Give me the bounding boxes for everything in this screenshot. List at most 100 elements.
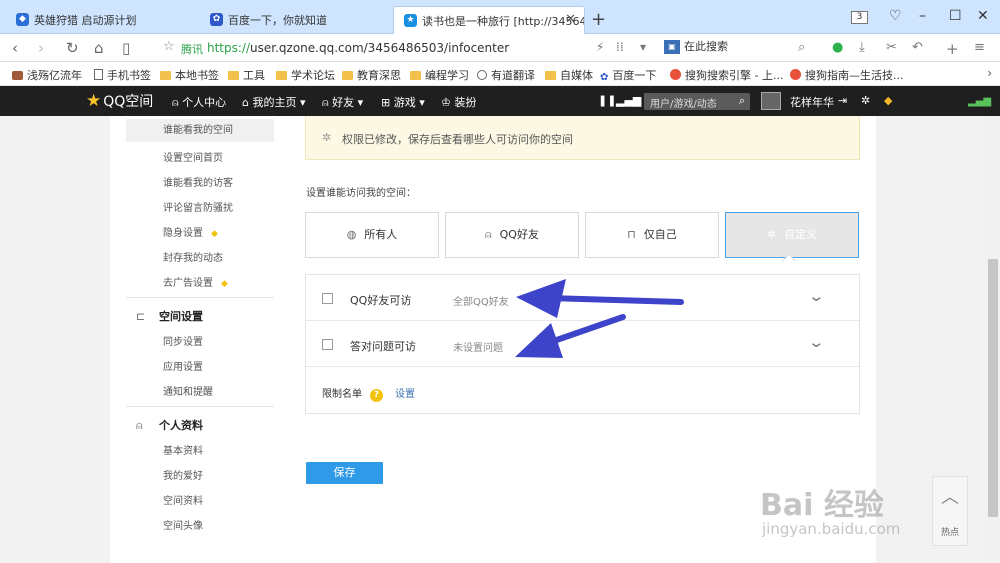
bookmark-item[interactable]: 学术论坛 [276, 67, 335, 83]
search-input[interactable]: ▣ 在此搜索 [664, 38, 814, 58]
nav-decorate[interactable]: ♔ 装扮 [441, 94, 476, 110]
limit-set-link[interactable]: 设置 [395, 389, 415, 400]
qzone-search-input[interactable]: 用户/游戏/动态 ⌕ [644, 93, 750, 110]
url-input[interactable]: ☆ 腾讯 https://user.qzone.qq.com/345648650… [155, 37, 645, 59]
answer-question-checkbox[interactable] [322, 339, 333, 350]
save-button[interactable]: 保存 [306, 462, 383, 484]
add-icon[interactable]: + [946, 40, 959, 58]
more-bookmarks-icon[interactable]: › [987, 66, 992, 80]
sidebar-item-hobbies[interactable]: 我的爱好 [163, 467, 203, 482]
sidebar-item-remove-ads[interactable]: 去广告设置 ◆ [163, 274, 228, 289]
sidebar-item-apps[interactable]: 应用设置 [163, 358, 203, 373]
minimize-icon[interactable]: – [919, 8, 926, 24]
wechat-icon[interactable]: ● [832, 40, 843, 55]
nav-friends[interactable]: ⍝ 好友 ▾ [322, 94, 363, 110]
sidebar-item-anti-harass[interactable]: 评论留言防骚扰 [163, 199, 233, 214]
option-qq-friends[interactable]: ⍝ QQ好友 [445, 212, 579, 258]
bookmark-item[interactable]: 自媒体 [545, 67, 593, 83]
bookmark-item[interactable]: 搜狗指南—生活技... [790, 67, 904, 83]
dropdown-icon[interactable]: ▾ [640, 40, 646, 54]
bookmark-item[interactable]: ✿ 百度一下 [600, 67, 656, 83]
browser-tab-2[interactable]: ✿ 百度一下，你就知道 [200, 6, 392, 34]
qzone-star-icon: ★ [86, 91, 102, 111]
search-icon[interactable]: ⌕ [798, 40, 805, 55]
nav-games[interactable]: ⊞ 游戏 ▾ [381, 94, 425, 110]
sogou-icon [670, 69, 681, 80]
bookmark-label: 自媒体 [560, 69, 593, 82]
grid-icon[interactable]: ⁞⁞ [616, 40, 624, 54]
new-tab-icon[interactable]: + [591, 9, 606, 30]
reading-mode-icon[interactable]: ▯ [122, 39, 130, 57]
undo-icon[interactable]: ↶ [912, 40, 923, 55]
nav-personal-center[interactable]: ⍝ 个人中心 [172, 94, 226, 110]
pause-icon[interactable]: ❚❚ [598, 94, 616, 107]
option-label: 仅自己 [643, 228, 677, 241]
option-everyone[interactable]: ◍ 所有人 [305, 212, 439, 258]
menu-icon[interactable]: ≡ [974, 40, 985, 55]
bookmark-label: 本地书签 [175, 69, 219, 82]
bookmark-item[interactable]: 编程学习 [410, 67, 469, 83]
bookmark-item[interactable]: 教育深思 [342, 67, 401, 83]
chevron-up-icon[interactable]: ︿ [941, 483, 959, 509]
chevron-down-icon[interactable]: ⌄ [807, 333, 825, 351]
gear-icon[interactable]: ✲ [861, 94, 870, 107]
maximize-icon[interactable]: ☐ [949, 8, 962, 24]
sidebar-item-homepage-setting[interactable]: 设置空间首页 [163, 149, 223, 164]
sidebar-item-space-info[interactable]: 空间资料 [163, 492, 203, 507]
sidebar-item-basic-info[interactable]: 基本资料 [163, 442, 203, 457]
sidebar-item-sync[interactable]: 同步设置 [163, 333, 203, 348]
qq-friends-checkbox[interactable] [322, 293, 333, 304]
search-icon[interactable]: ⌕ [739, 94, 745, 108]
browser-tab-3-active[interactable]: ★ 读书也是一种旅行 [http://3456486 ✕ [393, 6, 585, 34]
close-tab-icon[interactable]: ✕ [565, 12, 576, 27]
download-icon[interactable]: ⤓ [859, 40, 865, 55]
close-window-icon[interactable]: ✕ [977, 8, 989, 24]
sidebar-item-label: 通知和提醒 [163, 387, 213, 398]
nav-label: 个人中心 [182, 96, 227, 109]
bookmark-label: 工具 [243, 69, 265, 82]
clothes-skin-icon[interactable]: ♡ [889, 8, 902, 24]
search-engine-icon[interactable]: ▣ [664, 40, 680, 54]
sidebar-item-archive-feeds[interactable]: 封存我的动态 [163, 249, 223, 264]
tab-count-badge[interactable]: 3 [851, 11, 868, 24]
sidebar-item-visitor-visibility[interactable]: 谁能看我的访客 [163, 174, 233, 189]
custom-row-answer-question[interactable]: 答对问题可访 未设置问题 ⌄ [306, 321, 859, 367]
custom-row-qq-friends[interactable]: QQ好友可访 全部QQ好友 ⌄ [306, 275, 859, 321]
scissors-icon[interactable]: ✂ [886, 40, 897, 55]
heading-label: 空间设置 [159, 310, 203, 323]
sidebar-item-who-can-see-space[interactable]: 谁能看我的空间 [126, 119, 274, 142]
scrollbar-thumb[interactable] [988, 259, 998, 517]
sidebar-item-notifications[interactable]: 通知和提醒 [163, 383, 213, 398]
globe-icon: ◍ [346, 228, 357, 241]
option-custom[interactable]: ✲ 自定义 [725, 212, 859, 258]
bookmark-item[interactable]: 有道翻译 [477, 67, 535, 83]
sidebar-item-space-avatar[interactable]: 空间头像 [163, 517, 203, 532]
help-icon[interactable]: ? [370, 389, 383, 402]
home-icon[interactable]: ⌂ [94, 39, 104, 57]
username[interactable]: 花样年华 [790, 94, 834, 110]
back-to-top-widget[interactable]: ︿ 热点 [932, 476, 968, 546]
bookmark-item[interactable]: 搜狗搜索引擎 - 上... [670, 67, 783, 83]
back-icon[interactable]: ‹ [12, 39, 18, 57]
page-scrollbar[interactable] [986, 116, 1000, 563]
chevron-down-icon[interactable]: ⌄ [807, 287, 825, 305]
avatar[interactable] [761, 92, 781, 110]
speed-icon[interactable]: ⚡ [596, 40, 604, 54]
yellow-diamond-icon[interactable]: ◆ [884, 94, 892, 107]
bars-icon[interactable]: ▂▄▆ [616, 94, 641, 107]
bookmark-item[interactable]: 手机书签 [94, 67, 151, 83]
reload-icon[interactable]: ↻ [66, 39, 79, 57]
logout-icon[interactable]: ⇥ [838, 94, 847, 107]
lock-icon: ⊓ [627, 228, 636, 241]
person-icon: ⍝ [485, 228, 492, 241]
browser-tab-1[interactable]: ◆ 英雄狩猎 启动源计划 [6, 6, 196, 34]
bookmark-item[interactable]: 工具 [228, 67, 265, 83]
sidebar-item-invisible[interactable]: 隐身设置 ◆ [163, 224, 218, 239]
bookmark-star-icon[interactable]: ☆ [163, 39, 175, 54]
option-only-me[interactable]: ⊓ 仅自己 [585, 212, 719, 258]
bookmark-item[interactable]: 本地书签 [160, 67, 219, 83]
nav-my-homepage[interactable]: ⌂ 我的主页 ▾ [242, 94, 306, 110]
qzone-logo[interactable]: ★ QQ空间 [86, 91, 153, 111]
bookmark-item[interactable]: 浅殇亿流年 [12, 67, 82, 83]
forward-icon[interactable]: › [38, 39, 44, 57]
